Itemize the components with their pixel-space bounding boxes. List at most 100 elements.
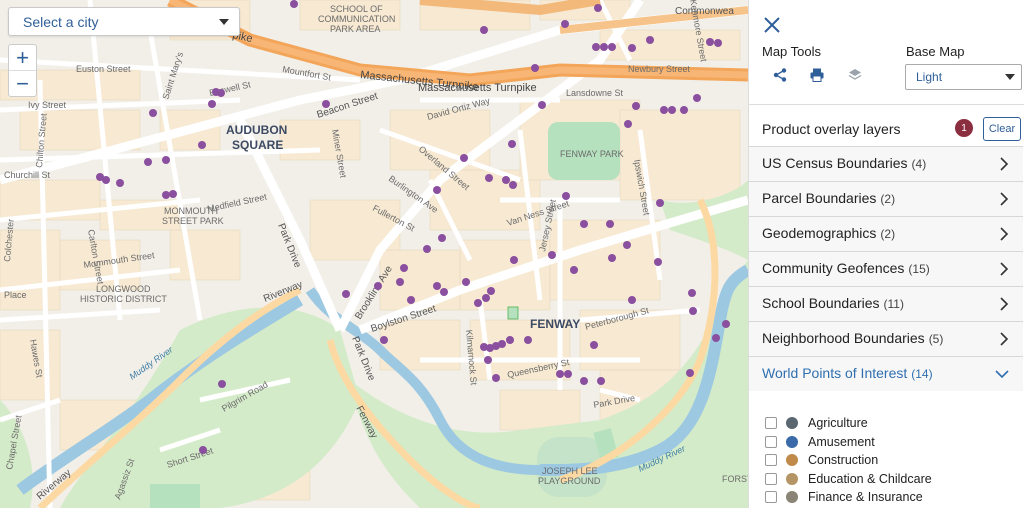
poi-marker[interactable] <box>162 191 170 199</box>
poi-marker[interactable] <box>116 179 124 187</box>
poi-marker[interactable] <box>606 220 614 228</box>
poi-marker[interactable] <box>218 380 226 388</box>
poi-marker[interactable] <box>628 44 636 52</box>
poi-marker[interactable] <box>689 307 697 315</box>
layer-community-geofences[interactable]: Community Geofences (15) <box>749 251 1023 286</box>
poi-marker[interactable] <box>144 158 152 166</box>
poi-marker[interactable] <box>592 43 600 51</box>
layer-world-points-of-interest[interactable]: World Points of Interest (14) <box>749 356 1023 391</box>
poi-marker[interactable] <box>693 94 701 102</box>
poi-marker[interactable] <box>149 109 157 117</box>
share-icon[interactable] <box>771 66 789 84</box>
poi-marker[interactable] <box>580 220 588 228</box>
close-icon[interactable] <box>763 16 781 34</box>
poi-marker[interactable] <box>510 256 518 264</box>
base-map-select[interactable]: Light <box>905 64 1022 90</box>
layer-school-boundaries[interactable]: School Boundaries (11) <box>749 286 1023 321</box>
poi-marker[interactable] <box>162 156 170 164</box>
layers-icon[interactable] <box>846 66 864 84</box>
poi-marker[interactable] <box>440 288 448 296</box>
poi-marker[interactable] <box>556 370 564 378</box>
poi-marker[interactable] <box>597 377 605 385</box>
poi-marker[interactable] <box>628 296 636 304</box>
poi-marker[interactable] <box>608 254 616 262</box>
poi-marker[interactable] <box>208 100 216 108</box>
poi-marker[interactable] <box>487 287 495 295</box>
poi-marker[interactable] <box>460 154 468 162</box>
poi-marker[interactable] <box>438 234 446 242</box>
poi-marker[interactable] <box>570 266 578 274</box>
poi-marker[interactable] <box>624 120 632 128</box>
poi-marker[interactable] <box>706 38 714 46</box>
poi-marker[interactable] <box>290 0 298 8</box>
poi-marker[interactable] <box>561 20 569 28</box>
poi-marker[interactable] <box>654 258 662 266</box>
poi-marker[interactable] <box>423 245 431 253</box>
poi-marker[interactable] <box>538 101 546 109</box>
poi-marker[interactable] <box>590 341 598 349</box>
poi-marker[interactable] <box>668 106 676 114</box>
poi-marker[interactable] <box>608 43 616 51</box>
poi-marker[interactable] <box>217 89 225 97</box>
zoom-in-button[interactable]: + <box>9 45 36 70</box>
poi-marker[interactable] <box>484 356 492 364</box>
poi-marker[interactable] <box>462 278 470 286</box>
checkbox[interactable] <box>765 491 777 504</box>
poi-marker[interactable] <box>485 174 493 182</box>
poi-marker[interactable] <box>502 176 510 184</box>
poi-marker[interactable] <box>509 181 517 189</box>
poi-marker[interactable] <box>580 377 588 385</box>
poi-marker[interactable] <box>102 176 110 184</box>
poi-marker[interactable] <box>199 446 207 454</box>
poi-marker[interactable] <box>498 340 506 348</box>
poi-marker[interactable] <box>688 289 696 297</box>
poi-marker[interactable] <box>722 320 730 328</box>
poi-marker[interactable] <box>680 106 688 114</box>
layer-parcel-boundaries[interactable]: Parcel Boundaries (2) <box>749 181 1023 216</box>
poi-marker[interactable] <box>632 102 640 110</box>
poi-marker[interactable] <box>433 282 441 290</box>
poi-marker[interactable] <box>660 106 668 114</box>
layer-neighborhood-boundaries[interactable]: Neighborhood Boundaries (5) <box>749 321 1023 356</box>
poi-marker[interactable] <box>474 299 482 307</box>
map-svg[interactable]: Massachusetts Turnpike Massachusetts Tur… <box>0 0 748 508</box>
poi-marker[interactable] <box>322 100 330 108</box>
poi-marker[interactable] <box>712 334 720 342</box>
poi-marker[interactable] <box>492 374 500 382</box>
poi-marker[interactable] <box>198 141 206 149</box>
poi-marker[interactable] <box>433 186 441 194</box>
poi-marker[interactable] <box>482 294 490 302</box>
poi-marker[interactable] <box>548 251 556 259</box>
poi-marker[interactable] <box>400 264 408 272</box>
layer-us-census-boundaries[interactable]: US Census Boundaries (4) <box>749 146 1023 181</box>
poi-marker[interactable] <box>342 290 350 298</box>
poi-marker[interactable] <box>169 190 177 198</box>
checkbox[interactable] <box>765 417 777 430</box>
clear-button[interactable]: Clear <box>983 117 1021 141</box>
poi-marker[interactable] <box>646 36 654 44</box>
poi-marker[interactable] <box>506 336 514 344</box>
zoom-out-button[interactable]: − <box>9 70 36 96</box>
poi-marker[interactable] <box>480 26 488 34</box>
checkbox[interactable] <box>765 472 777 485</box>
city-select-dropdown[interactable]: Select a city <box>8 7 240 36</box>
map-canvas[interactable]: Massachusetts Turnpike Massachusetts Tur… <box>0 0 748 508</box>
checkbox[interactable] <box>765 435 777 448</box>
poi-marker[interactable] <box>714 39 722 47</box>
poi-marker[interactable] <box>594 4 602 12</box>
poi-marker[interactable] <box>562 192 570 200</box>
print-icon[interactable] <box>808 66 826 84</box>
poi-marker[interactable] <box>524 336 532 344</box>
layer-geodemographics[interactable]: Geodemographics (2) <box>749 216 1023 251</box>
checkbox[interactable] <box>765 454 777 467</box>
poi-marker[interactable] <box>380 336 388 344</box>
poi-marker[interactable] <box>564 370 572 378</box>
poi-marker[interactable] <box>374 282 382 290</box>
poi-marker[interactable] <box>600 43 608 51</box>
poi-marker[interactable] <box>531 64 539 72</box>
poi-marker[interactable] <box>508 140 516 148</box>
poi-marker[interactable] <box>396 278 404 286</box>
poi-marker[interactable] <box>656 199 664 207</box>
poi-marker[interactable] <box>623 241 631 249</box>
poi-marker[interactable] <box>686 369 694 377</box>
